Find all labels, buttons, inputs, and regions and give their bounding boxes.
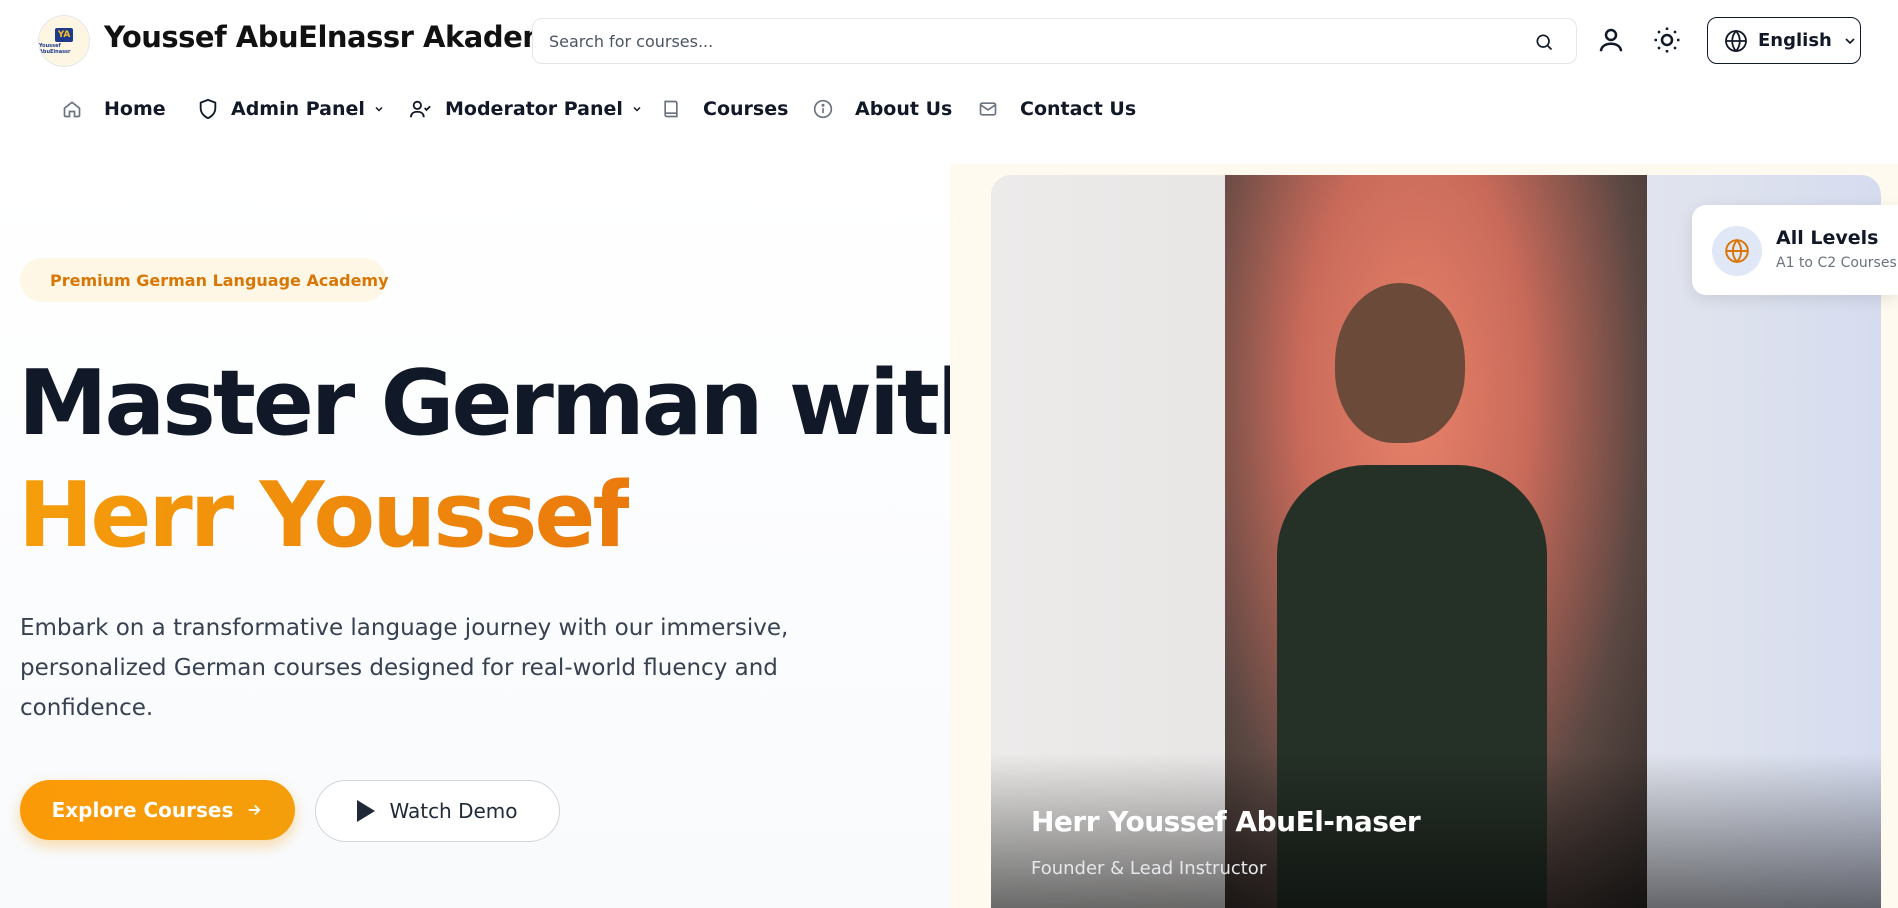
nav-home-label: Home [104,98,166,120]
nav-about-label: About Us [855,98,953,120]
levels-card: All Levels A1 to C2 Courses [1692,205,1898,295]
site-logo[interactable]: YA Youssef AbuElnassr [38,15,90,67]
nav-contact-us[interactable]: Contact Us [978,86,1136,132]
instructor-role: Founder & Lead Instructor [1031,858,1267,879]
nav-courses-label: Courses [703,98,789,120]
watch-demo-label: Watch Demo [389,799,518,823]
language-label: English [1758,30,1832,51]
sun-icon[interactable] [1652,25,1682,55]
nav-moderator-panel[interactable]: Moderator Panel [409,86,643,132]
user-icon[interactable] [1596,25,1626,55]
arrow-right-icon [249,804,261,816]
watch-demo-button[interactable]: Watch Demo [315,780,560,842]
play-icon [357,800,376,822]
chevron-down-icon [375,106,383,112]
shield-icon [199,98,217,120]
chevron-down-icon [1845,37,1855,44]
hero-description: Embark on a transformative language jour… [20,615,789,721]
nav-admin-panel[interactable]: Admin Panel [197,86,385,132]
info-icon [813,99,833,119]
search-icon[interactable] [1534,32,1554,52]
levels-globe-icon [1712,226,1762,276]
hero-section: Premium German Language Academy Master G… [0,164,1001,908]
nav-home[interactable]: Home [62,86,166,132]
instructor-name: Herr Youssef AbuEl-naser [1031,805,1421,838]
logo-mark: YA [55,27,73,42]
user-check-icon [410,100,431,118]
globe-icon [1725,29,1747,52]
explore-courses-button[interactable]: Explore Courses [20,780,295,840]
nav-about-us[interactable]: About Us [813,86,952,132]
brand-name[interactable]: Youssef AbuElnassr Akademie [104,20,581,54]
hero-title-line2: Herr Youssef [18,463,632,568]
logo-subtext: Youssef AbuElnassr [39,42,71,55]
nav-admin-label: Admin Panel [231,98,365,120]
language-selector[interactable]: English [1707,17,1861,64]
nav-contact-label: Contact Us [1020,98,1137,120]
nav-courses[interactable]: Courses [661,86,788,132]
levels-subtitle: A1 to C2 Courses [1776,255,1897,271]
levels-title: All Levels [1776,227,1879,249]
chevron-down-icon [633,106,641,112]
explore-courses-label: Explore Courses [51,798,234,822]
instructor-figure-head [1335,283,1465,443]
nav-moderator-label: Moderator Panel [445,98,623,120]
hero-title-line1: Master German with [18,351,1001,456]
search-input[interactable] [549,19,1509,63]
site-header: YA Youssef AbuElnassr Youssef AbuElnassr… [0,0,1898,80]
search-bar [532,18,1577,64]
badge-text: Premium German Language Academy [50,270,389,290]
book-icon [664,100,678,118]
home-icon [63,101,81,118]
academy-badge: Premium German Language Academy [20,258,389,302]
mail-icon [979,102,997,116]
